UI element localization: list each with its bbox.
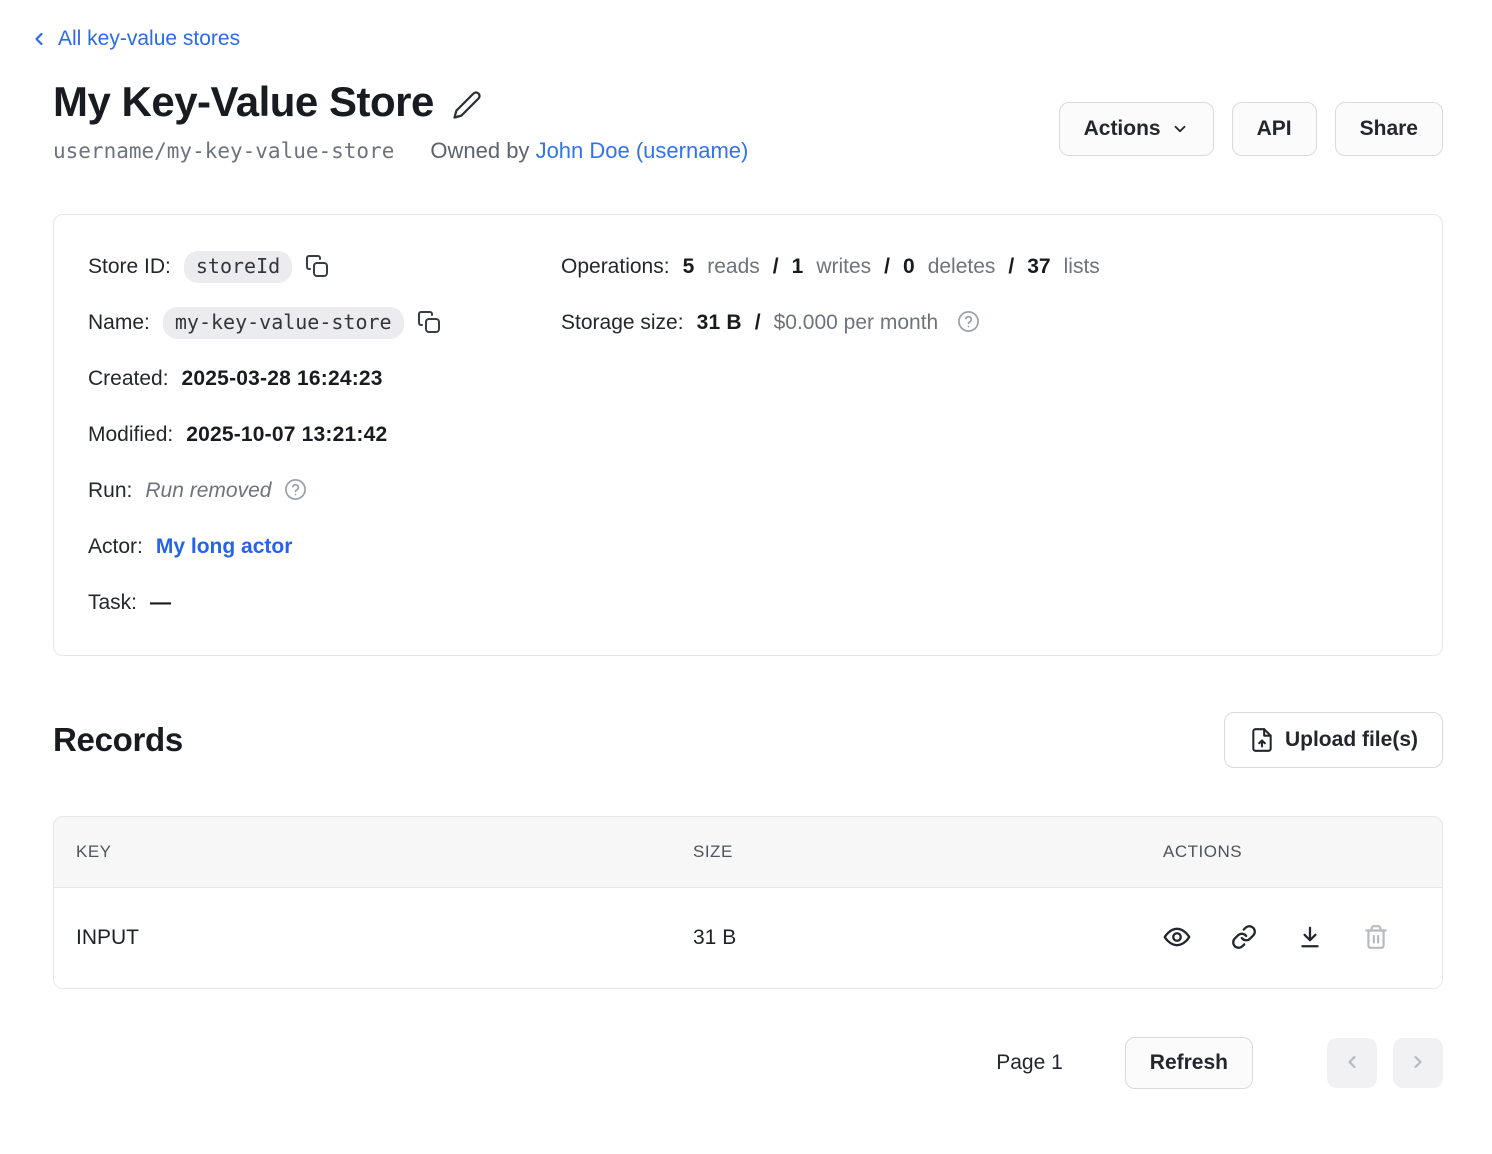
eye-icon <box>1163 923 1191 954</box>
modified-label: Modified: <box>88 423 173 447</box>
share-button[interactable]: Share <box>1335 102 1443 156</box>
column-header-size: SIZE <box>671 842 1141 862</box>
actions-dropdown-button[interactable]: Actions <box>1059 102 1214 156</box>
separator: / <box>773 255 779 279</box>
operations-row: Operations: 5 reads / 1 writes / 0 delet… <box>561 239 1100 295</box>
copy-icon <box>305 254 329 281</box>
refresh-button[interactable]: Refresh <box>1125 1037 1253 1089</box>
operations-reads-count: 5 <box>683 255 695 279</box>
run-row: Run: Run removed <box>88 463 561 519</box>
store-info-card: Store ID: storeId Name: my-key-value-sto… <box>53 214 1443 656</box>
storage-size-row: Storage size: 31 B / $0.000 per month <box>561 295 1100 351</box>
created-row: Created: 2025-03-28 16:24:23 <box>88 351 561 407</box>
actor-link[interactable]: My long actor <box>156 535 293 559</box>
delete-record-button[interactable] <box>1363 924 1389 953</box>
store-path: username/my-key-value-store <box>53 139 394 163</box>
view-record-button[interactable] <box>1163 923 1191 954</box>
storage-size-label: Storage size: <box>561 311 684 335</box>
actor-row: Actor: My long actor <box>88 519 561 575</box>
run-label: Run: <box>88 479 132 503</box>
copy-store-id-button[interactable] <box>305 254 329 281</box>
separator: / <box>1008 255 1014 279</box>
store-info-left-column: Store ID: storeId Name: my-key-value-sto… <box>88 239 561 631</box>
operations-deletes-word: deletes <box>928 255 996 279</box>
operations-writes-word: writes <box>816 255 871 279</box>
store-id-row: Store ID: storeId <box>88 239 561 295</box>
page-header: My Key-Value Store username/my-key-value… <box>53 78 1443 164</box>
download-icon <box>1297 924 1323 953</box>
store-name-row: Name: my-key-value-store <box>88 295 561 351</box>
link-icon <box>1231 924 1257 953</box>
record-size-cell: 31 B <box>671 926 1141 950</box>
record-actions-cell <box>1141 923 1442 954</box>
store-info-right-column: Operations: 5 reads / 1 writes / 0 delet… <box>561 239 1100 631</box>
task-value: — <box>150 591 171 615</box>
page-title: My Key-Value Store <box>53 78 434 126</box>
run-help-button[interactable] <box>284 478 307 504</box>
chevron-right-icon <box>1408 1052 1428 1075</box>
chevron-left-icon <box>29 29 49 49</box>
help-circle-icon <box>284 478 307 504</box>
created-value: 2025-03-28 16:24:23 <box>182 367 383 391</box>
operations-writes-count: 1 <box>792 255 804 279</box>
created-label: Created: <box>88 367 169 391</box>
records-table: KEY SIZE ACTIONS INPUT 31 B <box>53 816 1443 989</box>
header-actions: Actions API Share <box>1059 102 1443 156</box>
storage-size-value: 31 B <box>697 311 742 335</box>
storage-cost-value: $0.000 per month <box>774 311 939 335</box>
table-row: INPUT 31 B <box>54 888 1442 988</box>
upload-files-label: Upload file(s) <box>1285 728 1418 752</box>
edit-title-button[interactable] <box>450 88 484 125</box>
column-header-key: KEY <box>54 842 671 862</box>
store-name-label: Name: <box>88 311 150 335</box>
separator: / <box>755 311 761 335</box>
chevron-down-icon <box>1171 120 1189 138</box>
task-label: Task: <box>88 591 137 615</box>
upload-files-button[interactable]: Upload file(s) <box>1224 712 1443 768</box>
store-id-value: storeId <box>184 251 292 283</box>
records-header: Records Upload file(s) <box>53 712 1443 768</box>
separator: / <box>884 255 890 279</box>
api-button[interactable]: API <box>1232 102 1317 156</box>
operations-reads-word: reads <box>707 255 760 279</box>
help-circle-icon <box>957 310 980 336</box>
owned-by-label: Owned by <box>430 138 529 163</box>
operations-lists-count: 37 <box>1027 255 1050 279</box>
next-page-button[interactable] <box>1393 1038 1443 1088</box>
breadcrumb-label: All key-value stores <box>58 26 240 52</box>
modified-value: 2025-10-07 13:21:42 <box>186 423 387 447</box>
store-subtitle: username/my-key-value-store Owned by Joh… <box>53 138 748 164</box>
store-id-label: Store ID: <box>88 255 171 279</box>
records-table-header: KEY SIZE ACTIONS <box>54 817 1442 888</box>
copy-icon <box>417 310 441 337</box>
actor-label: Actor: <box>88 535 143 559</box>
previous-page-button[interactable] <box>1327 1038 1377 1088</box>
records-heading: Records <box>53 721 183 759</box>
key-value-store-detail-page: All key-value stores My Key-Value Store … <box>0 0 1492 1129</box>
owner-line: Owned by John Doe (username) <box>430 138 748 164</box>
record-key-cell: INPUT <box>54 926 671 950</box>
file-upload-icon <box>1249 727 1275 753</box>
copy-record-link-button[interactable] <box>1231 924 1257 953</box>
chevron-left-icon <box>1342 1052 1362 1075</box>
task-row: Task: — <box>88 575 561 631</box>
breadcrumb-all-stores-link[interactable]: All key-value stores <box>29 26 240 52</box>
actions-button-label: Actions <box>1084 117 1161 141</box>
trash-icon <box>1363 924 1389 953</box>
operations-deletes-count: 0 <box>903 255 915 279</box>
copy-store-name-button[interactable] <box>417 310 441 337</box>
store-name-value: my-key-value-store <box>163 307 404 339</box>
operations-lists-word: lists <box>1064 255 1100 279</box>
run-value: Run removed <box>145 479 271 503</box>
modified-row: Modified: 2025-10-07 13:21:42 <box>88 407 561 463</box>
records-pagination: Page 1 Refresh <box>53 1037 1443 1089</box>
download-record-button[interactable] <box>1297 924 1323 953</box>
page-indicator: Page 1 <box>996 1051 1063 1075</box>
column-header-actions: ACTIONS <box>1141 842 1442 862</box>
owner-link[interactable]: John Doe (username) <box>536 138 749 163</box>
pencil-icon <box>452 108 482 123</box>
operations-label: Operations: <box>561 255 670 279</box>
storage-help-button[interactable] <box>957 310 980 336</box>
